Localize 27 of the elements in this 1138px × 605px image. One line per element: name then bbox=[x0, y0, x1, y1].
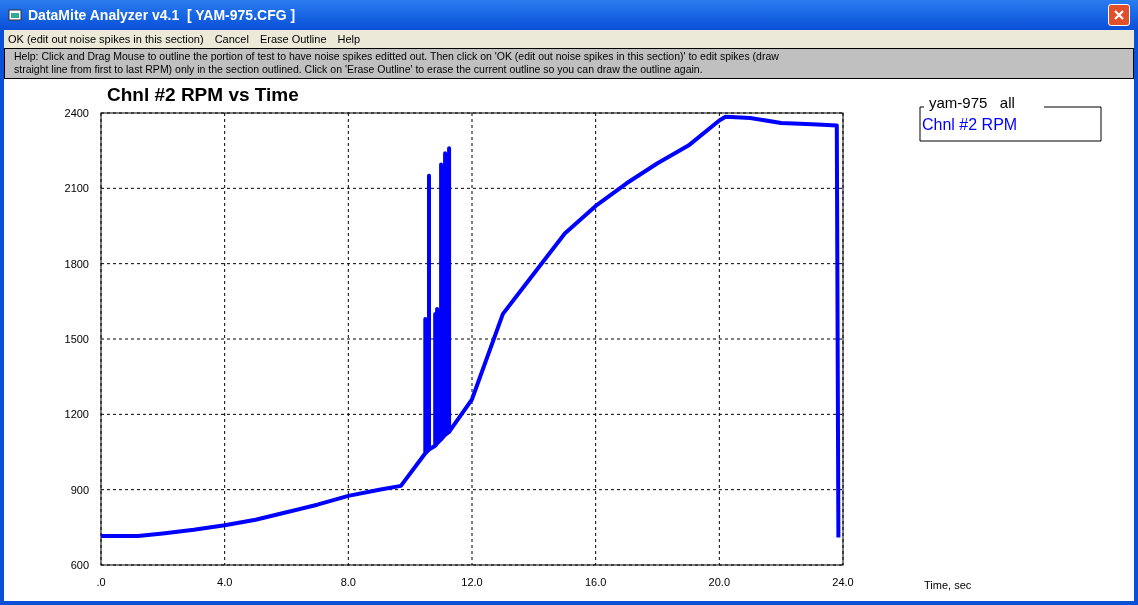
menu-item[interactable]: Erase Outline bbox=[259, 30, 327, 48]
y-tick-label: 2400 bbox=[64, 107, 89, 119]
x-tick-label: 12.0 bbox=[461, 576, 483, 588]
y-tick-label: 1800 bbox=[64, 257, 89, 270]
window-title: DataMite Analyzer v4.1 [ YAM-975.CFG ] bbox=[28, 5, 296, 25]
menu-item[interactable]: OK (edit out noise spikes in this section) bbox=[8, 30, 204, 48]
close-button[interactable] bbox=[1108, 4, 1130, 26]
y-tick-label: 900 bbox=[70, 483, 89, 496]
x-tick-label: 20.0 bbox=[708, 576, 731, 588]
x-tick-label: 4.0 bbox=[217, 576, 233, 588]
x-tick-label: 16.0 bbox=[584, 576, 607, 588]
x-tick-label: 8.0 bbox=[340, 576, 356, 588]
menu-item[interactable]: Cancel bbox=[214, 30, 249, 48]
close-icon bbox=[1113, 9, 1125, 21]
legend-title: yam-975 all bbox=[929, 94, 1015, 111]
menu-item[interactable]: Help bbox=[337, 30, 361, 48]
y-tick-label: 1500 bbox=[64, 333, 89, 345]
x-tick-label: .0 bbox=[96, 576, 106, 588]
help-text: Help: Click and Drag Mouse to outline the portion of test to have noise spikes editted out. Then click on 'OK (edit out noise spikes in this section)' to edit spikes (draw straight line from first to last RPM) only in the section outlined. Click on 'Erase Outline' to erase the current outline so you can draw the outline again. bbox=[14, 50, 780, 76]
app-icon bbox=[8, 9, 22, 21]
chart-title: Chnl #2 RPM vs Time bbox=[107, 84, 299, 105]
y-tick-label: 2100 bbox=[64, 182, 89, 195]
legend-label: Chnl #2 RPM bbox=[922, 116, 1018, 133]
y-tick-label: 1200 bbox=[64, 408, 89, 421]
axis-unit-label: Time, sec bbox=[924, 579, 972, 591]
y-tick-label: 600 bbox=[70, 559, 89, 571]
x-tick-label: 24.0 bbox=[832, 576, 854, 588]
